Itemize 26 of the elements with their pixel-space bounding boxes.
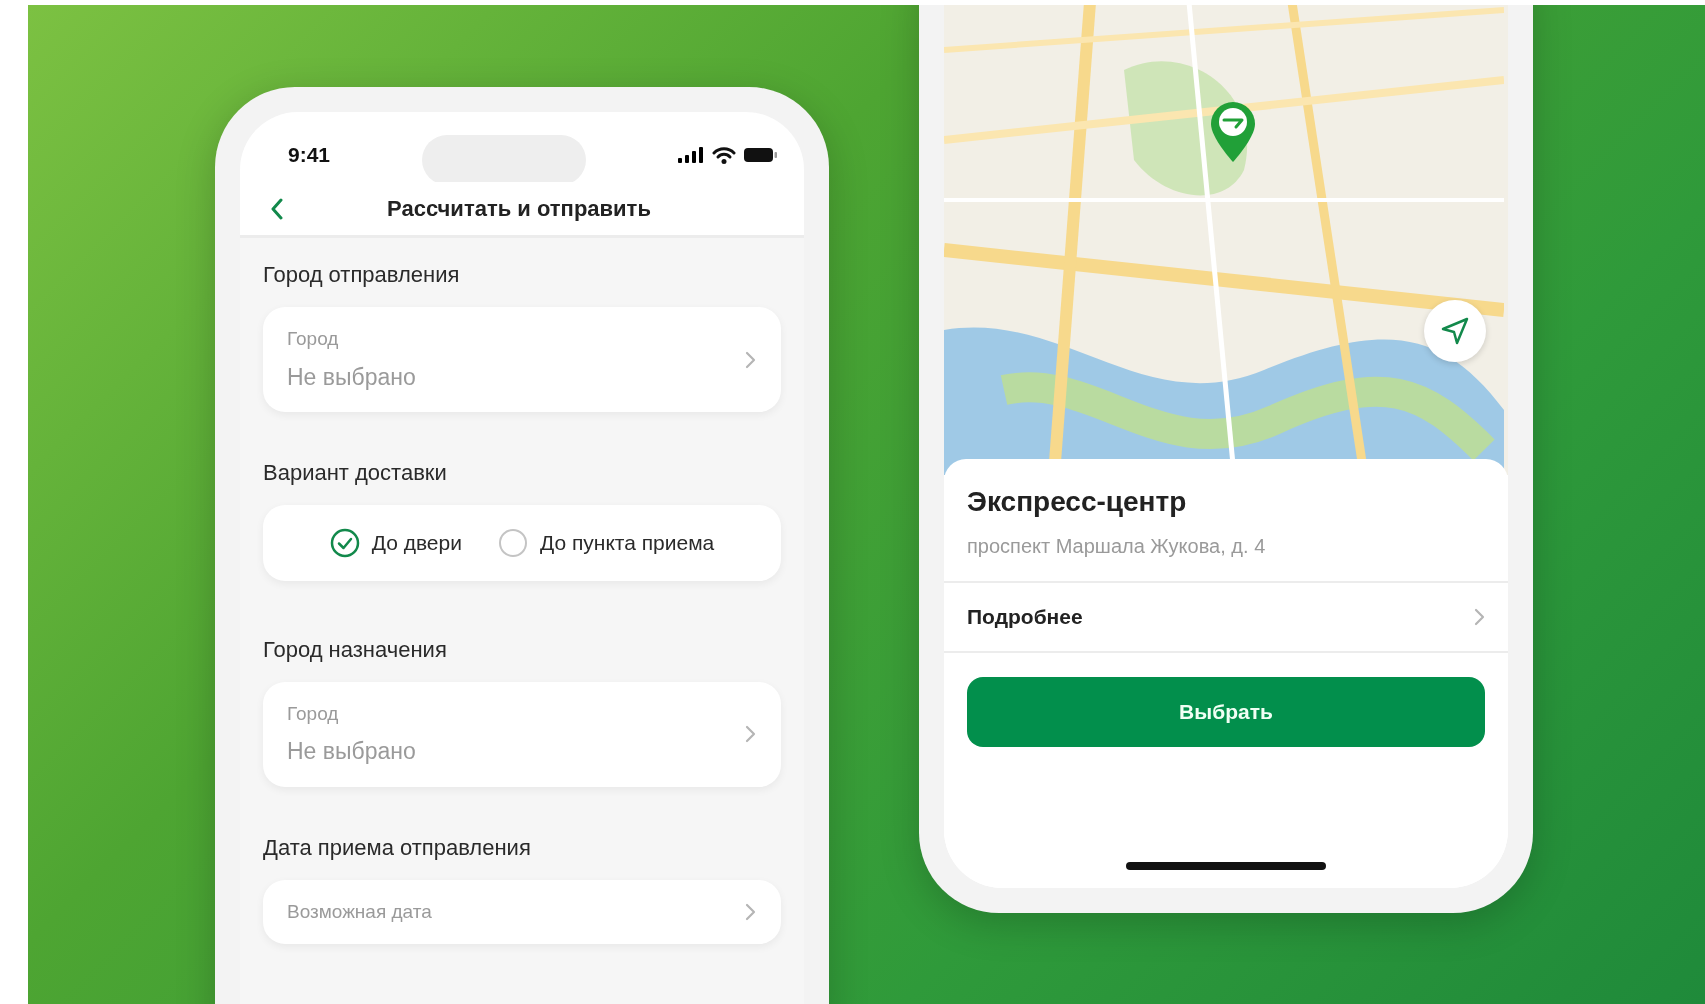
screen-title: Рассчитать и отправить xyxy=(386,195,652,223)
details-link[interactable]: Подробнее xyxy=(944,581,1508,653)
section-title: Город назначения xyxy=(263,635,448,664)
map-pin-icon xyxy=(1209,100,1257,164)
wifi-icon xyxy=(712,146,736,164)
picker-field[interactable]: Возможная дата xyxy=(263,879,781,944)
picker-field[interactable]: Город Не выбрано xyxy=(263,307,781,412)
section-title: Вариант доставки xyxy=(263,459,448,487)
status-time: 9:41 xyxy=(288,142,331,169)
radio-option[interactable]: До двери xyxy=(329,527,462,559)
signal-icon xyxy=(678,147,704,163)
chevron-right-icon xyxy=(744,725,757,743)
radio-option[interactable]: До пункта приема xyxy=(497,527,715,559)
picker-field[interactable]: Город Не выбрано xyxy=(263,681,781,787)
location-arrow-icon xyxy=(1440,316,1470,346)
place-name: Экспресс-центр xyxy=(967,485,1188,519)
back-chevron-icon xyxy=(270,198,284,221)
chevron-right-icon xyxy=(1473,607,1486,626)
section-title: Дата приема отправления xyxy=(263,833,532,862)
select-button[interactable]: Выбрать xyxy=(967,676,1485,747)
section-title: Город отправления xyxy=(263,261,461,289)
place-address: проспект Маршала Жукова, д. 4 xyxy=(967,534,1267,559)
battery-icon xyxy=(744,147,778,163)
chevron-right-icon xyxy=(744,350,757,369)
back-button[interactable] xyxy=(270,196,284,221)
chevron-right-icon xyxy=(744,902,757,921)
